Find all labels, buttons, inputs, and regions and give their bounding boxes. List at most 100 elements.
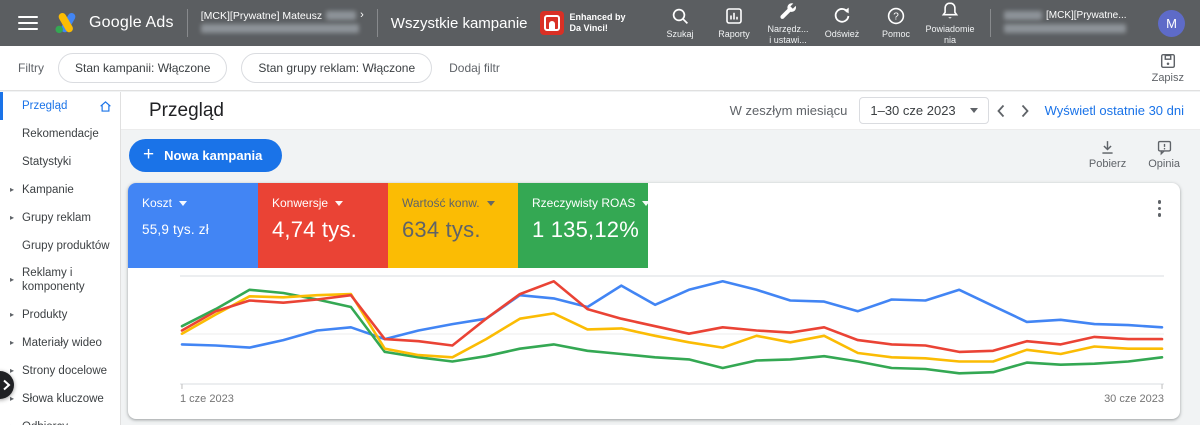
- redacted-text: [1004, 24, 1126, 33]
- sidebar-item-przeglad[interactable]: Przegląd: [0, 92, 120, 120]
- page-title: Przegląd: [149, 100, 224, 122]
- davinci-line2: Da Vinci!: [570, 23, 626, 34]
- tools-settings-button[interactable]: Narzędz... i ustawi...: [763, 1, 813, 45]
- chart-canvas: [180, 275, 1164, 391]
- metric-card-konwersje[interactable]: Konwersje 4,74 tys.: [258, 183, 388, 268]
- page-header: Przegląd W zeszłym miesiącu 1–30 cze 202…: [121, 92, 1200, 130]
- chevron-down-icon: [179, 201, 187, 206]
- sidebar-item-reklamy-i-komponenty[interactable]: ▸Reklamy i komponenty: [0, 260, 120, 301]
- metric-cards: Koszt 55,9 tys. zł Konwersje 4,74 tys. W…: [128, 183, 1180, 268]
- brand-name: Google Ads: [89, 14, 174, 32]
- search-icon: [670, 6, 690, 26]
- metric-value: 4,74 tys.: [272, 217, 374, 243]
- show-last-30-days-link[interactable]: Wyświetl ostatnie 30 dni: [1045, 103, 1184, 118]
- breadcrumb[interactable]: [MCK][Prywatne] Mateusz ›: [201, 8, 364, 37]
- metric-card-wartosc-konw[interactable]: Wartość konw. 634 tys.: [388, 183, 518, 268]
- expand-arrow-icon[interactable]: ▸: [10, 394, 14, 404]
- menu-icon[interactable]: [18, 12, 38, 34]
- divider: [990, 9, 991, 37]
- add-filter-button[interactable]: Dodaj filtr: [449, 61, 500, 75]
- davinci-line1: Enhanced by: [570, 12, 626, 23]
- search-button[interactable]: Szukaj: [655, 6, 705, 39]
- sidebar-item-clipped[interactable]: ▸Odbiorcy: [0, 413, 120, 425]
- date-range-select[interactable]: 1–30 cze 2023: [859, 97, 988, 124]
- notifications-button[interactable]: Powiadomie nia: [925, 1, 975, 45]
- date-range-bar: W zeszłym miesiącu 1–30 cze 2023 Wyświet…: [730, 97, 1184, 124]
- sidebar-item-produkty[interactable]: ▸Produkty: [0, 301, 120, 329]
- chevron-right-icon: [1020, 104, 1030, 118]
- davinci-icon: [540, 11, 564, 35]
- refresh-button[interactable]: Odśwież: [817, 6, 867, 39]
- campaign-scope-label[interactable]: Wszystkie kampanie: [391, 15, 528, 32]
- download-icon: [1099, 139, 1116, 156]
- sidebar-item-statystyki[interactable]: Statystyki: [0, 148, 120, 176]
- metric-value: 1 135,12%: [532, 217, 634, 243]
- wrench-icon: [778, 1, 798, 21]
- save-button[interactable]: Zapisz: [1152, 52, 1184, 84]
- feedback-icon: [1156, 139, 1173, 156]
- next-period-button[interactable]: [1020, 104, 1030, 118]
- chevron-down-icon: [487, 201, 495, 206]
- card-options-button[interactable]: [1155, 197, 1165, 220]
- filters-label: Filtry: [18, 61, 44, 75]
- expand-arrow-icon[interactable]: ▸: [10, 185, 14, 195]
- davinci-extension-badge: Enhanced by Da Vinci!: [540, 11, 626, 35]
- sidebar-item-grupy-produktow[interactable]: Grupy produktów: [0, 232, 120, 260]
- overview-chart-card: Koszt 55,9 tys. zł Konwersje 4,74 tys. W…: [128, 183, 1180, 419]
- chevron-left-icon: [996, 104, 1006, 118]
- expand-arrow-icon[interactable]: ▸: [10, 366, 14, 376]
- date-preset-label: W zeszłym miesiącu: [730, 103, 848, 118]
- save-icon: [1159, 52, 1177, 70]
- performance-line-chart: [180, 275, 1164, 391]
- breadcrumb-account: [MCK][Prywatne] Mateusz: [201, 9, 322, 23]
- metric-card-koszt[interactable]: Koszt 55,9 tys. zł: [128, 183, 258, 268]
- plus-icon: +: [143, 144, 154, 166]
- breadcrumb-chevron-icon: ›: [360, 8, 364, 23]
- redacted-text: [1004, 11, 1042, 20]
- divider: [377, 9, 378, 37]
- bell-icon: [940, 1, 960, 21]
- filter-chip-campaign-status[interactable]: Stan kampanii: Włączone: [58, 53, 227, 83]
- help-button[interactable]: ? Pomoc: [871, 6, 921, 39]
- sidebar-item-kampanie[interactable]: ▸Kampanie: [0, 176, 120, 204]
- previous-period-button[interactable]: [996, 104, 1006, 118]
- sidebar-item-rekomendacje[interactable]: Rekomendacje: [0, 120, 120, 148]
- new-campaign-button[interactable]: + Nowa kampania: [129, 139, 282, 172]
- account-switcher[interactable]: [MCK][Prywatne...: [1004, 8, 1144, 38]
- series-line-Rzeczywisty ROAS: [182, 290, 1162, 374]
- redacted-text: [201, 24, 359, 33]
- metric-card-roas[interactable]: Rzeczywisty ROAS 1 135,12%: [518, 183, 648, 268]
- sidebar-item-strony-docelowe[interactable]: ▸Strony docelowe: [0, 357, 120, 385]
- expand-arrow-icon[interactable]: ▸: [10, 213, 14, 223]
- sidebar-item-slowa-kluczowe[interactable]: ▸Słowa kluczowe: [0, 385, 120, 413]
- redacted-text: [326, 11, 356, 20]
- x-axis-labels: 1 cze 2023 30 cze 2023: [180, 393, 1164, 405]
- account-name: [MCK][Prywatne...: [1046, 8, 1127, 23]
- series-line-Koszt: [182, 281, 1162, 347]
- x-axis-start-label: 1 cze 2023: [180, 393, 234, 405]
- chevron-down-icon: [970, 108, 978, 113]
- overview-content: + Nowa kampania Pobierz Opinia Koszt 55,…: [121, 130, 1200, 425]
- filter-bar: Filtry Stan kampanii: Włączone Stan grup…: [0, 46, 1200, 91]
- expand-arrow-icon[interactable]: ▸: [10, 275, 14, 285]
- avatar[interactable]: M: [1158, 10, 1185, 37]
- feedback-button[interactable]: Opinia: [1148, 139, 1180, 170]
- chevron-right-icon: [2, 379, 11, 391]
- filter-chip-adgroup-status[interactable]: Stan grupy reklam: Włączone: [241, 53, 432, 83]
- expand-arrow-icon[interactable]: ▸: [10, 338, 14, 348]
- download-button[interactable]: Pobierz: [1089, 139, 1126, 170]
- reports-button[interactable]: Raporty: [709, 6, 759, 39]
- google-ads-logo-icon[interactable]: [54, 11, 80, 35]
- refresh-icon: [832, 6, 852, 26]
- metric-value: 55,9 tys. zł: [142, 222, 244, 237]
- home-icon: [99, 100, 112, 113]
- sidebar-item-materialy-wideo[interactable]: ▸Materiały wideo: [0, 329, 120, 357]
- x-axis-end-label: 30 cze 2023: [1104, 393, 1164, 405]
- svg-text:?: ?: [893, 12, 899, 23]
- chevron-down-icon: [642, 201, 650, 206]
- chevron-down-icon: [335, 201, 343, 206]
- reports-icon: [724, 6, 744, 26]
- sidebar-item-grupy-reklam[interactable]: ▸Grupy reklam: [0, 204, 120, 232]
- expand-arrow-icon[interactable]: ▸: [10, 310, 14, 320]
- left-navigation: Przegląd Rekomendacje Statystyki ▸Kampan…: [0, 92, 121, 425]
